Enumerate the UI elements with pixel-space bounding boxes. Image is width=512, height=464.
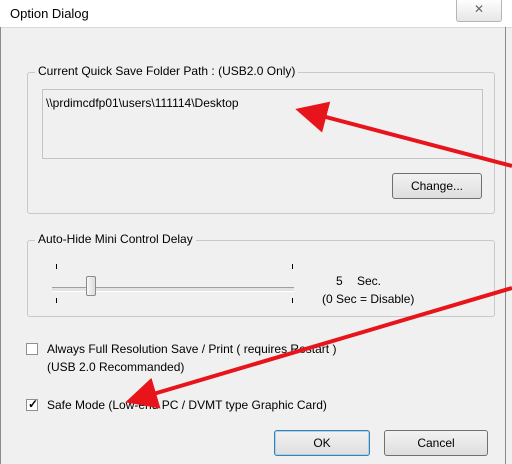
cancel-button[interactable]: Cancel [384,430,488,456]
window-frame-right [505,27,506,464]
full-resolution-checkbox[interactable] [26,343,38,355]
full-resolution-sub-label: (USB 2.0 Recommanded) [47,360,185,374]
ok-button[interactable]: OK [274,430,370,456]
delay-value: 5 [336,274,343,288]
save-path-field: \\prdimcdfp01\users\111114\Desktop [42,89,483,159]
full-resolution-label: Always Full Resolution Save / Print ( re… [47,342,337,356]
change-path-button[interactable]: Change... [392,173,482,199]
safe-mode-label: Safe Mode (Low-end PC / DVMT type Graphi… [47,398,327,412]
close-button[interactable]: ✕ [456,0,502,22]
save-path-value: \\prdimcdfp01\users\111114\Desktop [46,96,239,110]
auto-hide-group [27,240,495,317]
window-frame-left [0,27,1,464]
slider-tick-bottom-max [292,298,293,303]
title-bar: Option Dialog ✕ [0,0,512,28]
delay-slider-thumb[interactable] [85,276,96,296]
slider-tick-top-min [56,264,57,269]
close-icon: ✕ [473,2,485,16]
slider-tick-top-max [292,264,293,269]
window-title: Option Dialog [10,6,89,21]
delay-disable-note: (0 Sec = Disable) [322,292,415,306]
delay-unit: Sec. [357,274,382,288]
auto-hide-group-label: Auto-Hide Mini Control Delay [35,232,196,246]
safe-mode-checkbox[interactable]: ✓ [26,397,39,411]
checkmark-icon: ✓ [28,397,39,411]
save-path-group-label: Current Quick Save Folder Path : (USB2.0… [35,64,299,78]
slider-tick-bottom-min [56,298,57,303]
